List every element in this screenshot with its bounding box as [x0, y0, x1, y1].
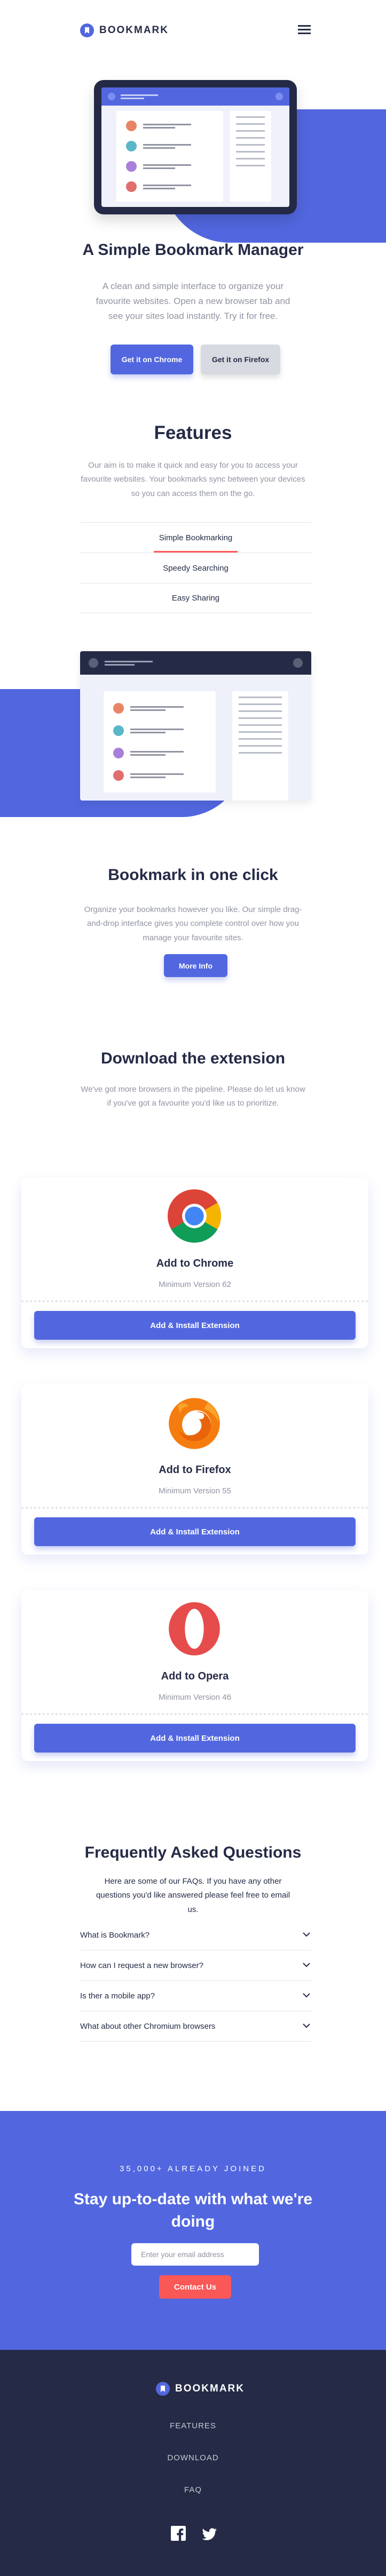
install-opera-button[interactable]: Add & Install Extension: [34, 1724, 356, 1753]
faq-question: How can I request a new browser?: [80, 1961, 203, 1970]
faq-question: What is Bookmark?: [80, 1930, 150, 1940]
faq-item[interactable]: What is Bookmark?: [80, 1920, 311, 1950]
download-description: We've got more browsers in the pipeline.…: [81, 1085, 305, 1108]
brand-name: BOOKMARK: [99, 25, 169, 36]
landing-page: BOOKMARK A Simple Bookmark Manager A cle…: [0, 0, 386, 2576]
site-header: BOOKMARK: [0, 0, 386, 61]
get-chrome-button[interactable]: Get it on Chrome: [111, 345, 193, 374]
card-title: Add to Opera: [161, 1670, 229, 1682]
footer-brand-logo[interactable]: BOOKMARK: [156, 2382, 245, 2396]
faq-title: Frequently Asked Questions: [84, 1844, 302, 1861]
email-field[interactable]: [131, 2243, 259, 2266]
download-title: Download the extension: [100, 1050, 286, 1067]
faq-list: What is Bookmark? How can I request a ne…: [80, 1920, 311, 2042]
features-title: Features: [154, 422, 232, 443]
facebook-icon[interactable]: [171, 2526, 186, 2541]
browser-card-chrome: Add to Chrome Minimum Version 62 Add & I…: [21, 1178, 368, 1348]
site-footer: BOOKMARK FEATURES DOWNLOAD FAQ: [0, 2350, 386, 2576]
card-divider: [21, 1713, 368, 1715]
hamburger-icon[interactable]: [298, 25, 311, 35]
contact-us-button[interactable]: Contact Us: [159, 2275, 231, 2299]
install-chrome-button[interactable]: Add & Install Extension: [34, 1311, 356, 1340]
card-divider: [21, 1300, 368, 1302]
bookmark-logo-icon: [80, 23, 94, 37]
card-version: Minimum Version 62: [159, 1280, 231, 1289]
hero-title: A Simple Bookmark Manager: [82, 241, 304, 259]
bookmark-logo-icon: [156, 2382, 170, 2396]
newsletter-title: Stay up-to-date with what we're doing: [73, 2190, 313, 2230]
chevron-down-icon: [303, 1993, 310, 1998]
hero-illustration: [94, 80, 297, 214]
card-title: Add to Chrome: [156, 1258, 234, 1269]
hero-description: A clean and simple interface to organize…: [96, 281, 290, 322]
brand-logo[interactable]: BOOKMARK: [80, 23, 169, 37]
firefox-logo-icon: [169, 1398, 220, 1449]
opera-logo-icon: [169, 1602, 220, 1655]
tab-simple-bookmarking[interactable]: Simple Bookmarking: [80, 522, 311, 553]
browser-card-firefox: Add to Firefox Minimum Version 55 Add & …: [21, 1384, 368, 1555]
card-version: Minimum Version 46: [159, 1693, 231, 1702]
footer-link-faq[interactable]: FAQ: [0, 2485, 386, 2494]
card-version: Minimum Version 55: [159, 1486, 231, 1495]
tab-easy-sharing[interactable]: Easy Sharing: [80, 583, 311, 613]
features-tabs: Simple Bookmarking Speedy Searching Easy…: [80, 522, 311, 613]
chrome-logo-icon: [168, 1189, 221, 1243]
chevron-down-icon: [303, 1932, 310, 1937]
get-firefox-button[interactable]: Get it on Firefox: [201, 345, 280, 374]
browser-card-opera: Add to Opera Minimum Version 46 Add & In…: [21, 1590, 368, 1761]
footer-link-features[interactable]: FEATURES: [0, 2421, 386, 2430]
card-divider: [21, 1507, 368, 1509]
brand-name: BOOKMARK: [175, 2383, 245, 2394]
footer-link-download[interactable]: DOWNLOAD: [0, 2453, 386, 2462]
faq-description: Here are some of our FAQs. If you have a…: [96, 1877, 290, 1914]
faq-item[interactable]: Is ther a mobile app?: [80, 1981, 311, 2011]
install-firefox-button[interactable]: Add & Install Extension: [34, 1517, 356, 1546]
feature-panel-description: Organize your bookmarks however you like…: [84, 905, 302, 942]
chevron-down-icon: [303, 2023, 310, 2028]
faq-question: What about other Chromium browsers: [80, 2021, 216, 2031]
faq-item[interactable]: What about other Chromium browsers: [80, 2011, 311, 2042]
tab-speedy-searching[interactable]: Speedy Searching: [80, 553, 311, 583]
newsletter-section: 35,000+ ALREADY JOINED Stay up-to-date w…: [0, 2111, 386, 2350]
features-description: Our aim is to make it quick and easy for…: [81, 461, 305, 498]
chevron-down-icon: [303, 1963, 310, 1967]
feature-illustration: [80, 651, 311, 801]
faq-item[interactable]: How can I request a new browser?: [80, 1950, 311, 1981]
more-info-button[interactable]: More Info: [164, 954, 227, 977]
feature-panel-title: Bookmark in one click: [108, 866, 278, 884]
joined-count: 35,000+ ALREADY JOINED: [120, 2164, 266, 2173]
twitter-icon[interactable]: [202, 2527, 217, 2542]
card-title: Add to Firefox: [159, 1464, 231, 1476]
faq-question: Is ther a mobile app?: [80, 1991, 155, 2001]
